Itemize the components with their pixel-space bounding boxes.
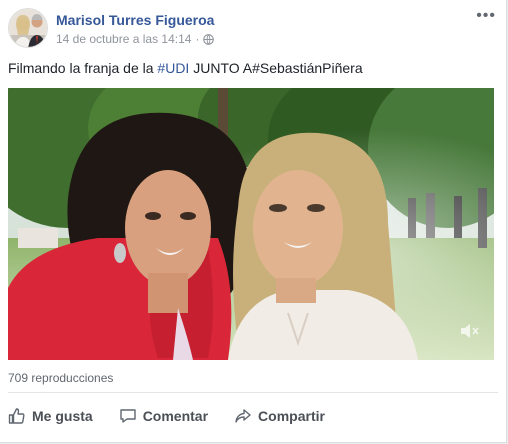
muted-speaker-icon[interactable] xyxy=(458,320,480,342)
like-button[interactable]: Me gusta xyxy=(8,407,93,425)
author-name[interactable]: Marisol Turres Figueroa xyxy=(56,12,214,28)
post-message: Filmando la franja de la #UDI JUNTO A#Se… xyxy=(8,58,498,78)
post-timestamp[interactable]: 14 de octubre a las 14:14 xyxy=(56,32,191,46)
comment-icon xyxy=(119,409,136,423)
hashtag-link[interactable]: #UDI xyxy=(157,60,189,76)
view-count[interactable]: 709 reproducciones xyxy=(8,371,113,385)
post-meta: 14 de octubre a las 14:14 · xyxy=(56,32,215,46)
video-player[interactable] xyxy=(8,88,494,360)
like-label: Me gusta xyxy=(32,408,93,424)
thumbs-up-icon xyxy=(8,408,25,424)
divider xyxy=(8,392,498,393)
video-frame xyxy=(8,88,494,360)
globe-icon[interactable] xyxy=(203,33,215,45)
action-bar: Me gusta Comentar Compartir xyxy=(8,402,325,430)
share-icon xyxy=(235,409,251,423)
post-header: Marisol Turres Figueroa 14 de octubre a … xyxy=(8,8,498,52)
share-label: Compartir xyxy=(258,408,325,424)
avatar[interactable] xyxy=(8,8,48,48)
share-button[interactable]: Compartir xyxy=(234,407,325,425)
comment-button[interactable]: Comentar xyxy=(119,407,208,425)
message-text: Filmando la franja de la xyxy=(8,60,158,76)
more-options-icon[interactable]: ••• xyxy=(476,8,496,24)
meta-separator: · xyxy=(195,32,200,46)
message-text-end: JUNTO A#SebastiánPiñera xyxy=(189,60,363,76)
comment-label: Comentar xyxy=(142,408,209,424)
post-card: Marisol Turres Figueroa 14 de octubre a … xyxy=(0,0,507,443)
